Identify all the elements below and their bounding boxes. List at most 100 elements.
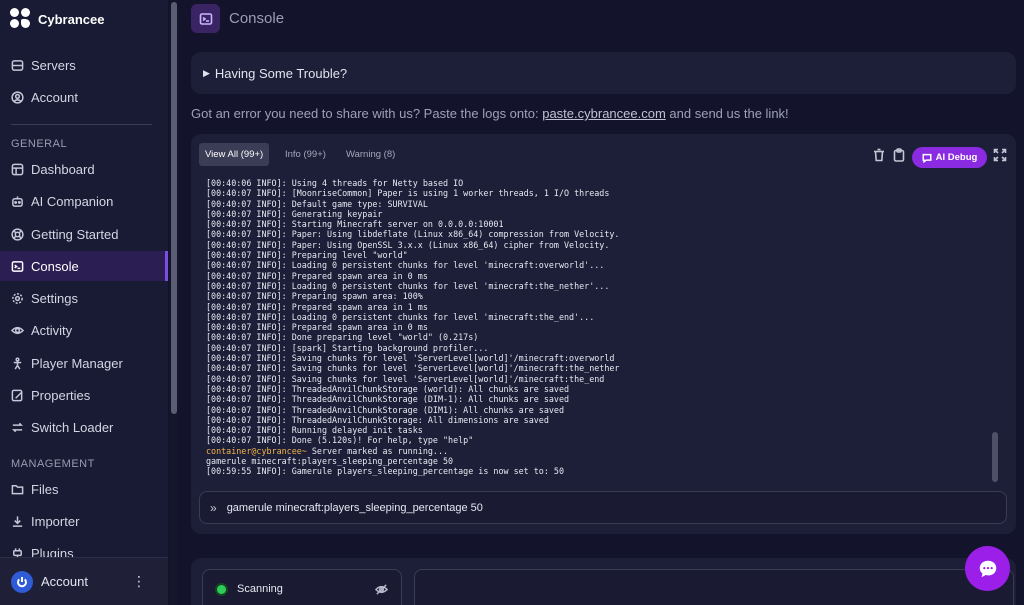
sidebar-item-label: AI Companion bbox=[31, 193, 114, 209]
command-bar: » bbox=[199, 491, 1007, 524]
log-line: [00:40:07 INFO]: Preparing spawn area: 1… bbox=[206, 291, 423, 302]
sidebar-item-importer[interactable]: Importer bbox=[0, 506, 168, 536]
trash-icon[interactable] bbox=[872, 148, 886, 162]
trouble-label: Having Some Trouble? bbox=[214, 65, 348, 81]
log-line: [00:40:07 INFO]: ThreadedAnvilChunkStora… bbox=[206, 414, 549, 425]
chat-bot-icon bbox=[922, 153, 932, 163]
sidebar-item-label: Getting Started bbox=[31, 226, 119, 242]
sidebar-item-label: Console bbox=[31, 258, 79, 274]
status-panel: Scanning bbox=[191, 558, 1016, 605]
eye-off-icon[interactable] bbox=[374, 583, 389, 601]
log-line: [00:40:07 INFO]: Prepared spawn area in … bbox=[206, 270, 428, 281]
sidebar-item-label: Servers bbox=[31, 57, 76, 73]
ai-debug-button[interactable]: AI Debug bbox=[912, 147, 987, 168]
sidebar-item-properties[interactable]: Properties bbox=[0, 380, 168, 410]
status-label: Scanning bbox=[237, 583, 283, 595]
kebab-menu-icon[interactable]: ⋮ bbox=[132, 574, 146, 588]
edit-file-icon bbox=[11, 389, 23, 401]
chat-support-button[interactable] bbox=[965, 546, 1010, 591]
sidebar-item-console[interactable]: Console bbox=[0, 251, 168, 281]
sidebar-item-getting-started[interactable]: Getting Started bbox=[0, 219, 168, 249]
log-line: [00:40:07 INFO]: Saving chunks for level… bbox=[206, 363, 620, 374]
account-label: Account bbox=[41, 574, 88, 589]
user-circle-icon bbox=[11, 90, 24, 104]
log-line: [00:59:55 INFO]: Gamerule players_sleepi… bbox=[206, 466, 564, 477]
sidebar-item-servers[interactable]: Servers bbox=[0, 50, 168, 80]
double-chevron-right-icon: » bbox=[210, 500, 217, 515]
log-lines: [00:40:06 INFO]: Using 4 threads for Net… bbox=[206, 178, 986, 446]
log-line: gamerule minecraft:players_sleeping_perc… bbox=[206, 456, 454, 467]
help-text-after: and send us the link! bbox=[665, 106, 789, 121]
sidebar-item-label: Activity bbox=[31, 322, 73, 338]
console-log: [00:40:06 INFO]: Using 4 threads for Net… bbox=[206, 178, 986, 478]
sidebar-scrollbar[interactable] bbox=[170, 0, 178, 605]
log-line: [00:40:07 INFO]: Loading 0 persistent ch… bbox=[206, 260, 605, 271]
sidebar-item-ai-companion[interactable]: AI Companion bbox=[0, 186, 168, 216]
log-line: [00:40:07 INFO]: Saving chunks for level… bbox=[206, 373, 605, 384]
tab-warning[interactable]: Warning (8) bbox=[340, 143, 401, 166]
log-line: [00:40:07 INFO]: ThreadedAnvilChunkStora… bbox=[206, 404, 564, 415]
download-icon bbox=[12, 515, 23, 527]
chat-bubble-icon bbox=[979, 560, 996, 577]
sidebar-item-switch-loader[interactable]: Switch Loader bbox=[0, 412, 168, 442]
log-line: [00:40:06 INFO]: Using 4 threads for Net… bbox=[206, 178, 464, 188]
log-line: container@cybrancee~ Server marked as ru… bbox=[206, 446, 986, 456]
sidebar-item-activity[interactable]: Activity bbox=[0, 315, 168, 345]
server-icon bbox=[11, 59, 24, 71]
scrollbar-thumb[interactable] bbox=[171, 2, 177, 414]
log-line: [00:40:07 INFO]: Loading 0 persistent ch… bbox=[206, 311, 595, 322]
sidebar-item-dashboard[interactable]: Dashboard bbox=[0, 154, 168, 184]
terminal-icon bbox=[11, 260, 24, 272]
sidebar-item-label: Player Manager bbox=[31, 355, 123, 371]
log-line: [00:40:07 INFO]: Done (5.120s)! For help… bbox=[206, 435, 474, 446]
console-scrollbar[interactable] bbox=[992, 432, 998, 482]
log-line: [00:40:07 INFO]: ThreadedAnvilChunkStora… bbox=[206, 394, 570, 405]
paste-link[interactable]: paste.cybrancee.com bbox=[542, 106, 666, 121]
tab-view-all[interactable]: View All (99+) bbox=[199, 143, 270, 166]
sidebar-account-footer[interactable]: Account ⋮ bbox=[0, 557, 168, 605]
sidebar-item-label: Settings bbox=[31, 290, 78, 306]
clipboard-icon[interactable] bbox=[892, 148, 906, 162]
sidebar-item-player-manager[interactable]: Player Manager bbox=[0, 348, 168, 378]
log-line: [00:40:07 INFO]: Preparing level "world" bbox=[206, 250, 408, 261]
sidebar-item-files[interactable]: Files bbox=[0, 474, 168, 504]
log-line: [00:40:07 INFO]: [spark] Starting backgr… bbox=[206, 342, 489, 353]
log-line: [00:40:07 INFO]: Prepared spawn area in … bbox=[206, 322, 428, 333]
log-line: [00:40:07 INFO]: Starting Minecraft serv… bbox=[206, 219, 504, 230]
dashboard-icon bbox=[11, 163, 24, 175]
person-icon bbox=[13, 357, 22, 369]
trouble-disclosure[interactable]: ▶ Having Some Trouble? bbox=[191, 52, 1016, 94]
sidebar-item-label: Importer bbox=[31, 513, 80, 529]
power-icon bbox=[17, 576, 27, 587]
log-line: [00:40:07 INFO]: Loading 0 persistent ch… bbox=[206, 280, 610, 291]
sidebar-item-settings[interactable]: Settings bbox=[0, 283, 168, 313]
brand-name: Cybrancee bbox=[38, 11, 105, 27]
sidebar-divider bbox=[11, 124, 152, 125]
cybrancee-logo-icon bbox=[10, 8, 32, 30]
lifebuoy-icon bbox=[11, 227, 24, 241]
sidebar-item-label: Switch Loader bbox=[31, 419, 114, 435]
folder-icon bbox=[11, 484, 24, 494]
brand[interactable]: Cybrancee bbox=[10, 8, 104, 30]
help-text: Got an error you need to share with us? … bbox=[191, 106, 789, 121]
log-line: [00:40:07 INFO]: Default game type: SURV… bbox=[206, 198, 428, 209]
avatar bbox=[11, 570, 33, 593]
gear-icon bbox=[12, 292, 23, 304]
command-input[interactable] bbox=[226, 501, 927, 514]
sidebar-item-account[interactable]: Account bbox=[0, 82, 168, 112]
ai-debug-label: AI Debug bbox=[935, 152, 978, 163]
log-line: [00:40:07 INFO]: [MoonriseCommon] Paper … bbox=[206, 188, 610, 199]
expand-icon[interactable] bbox=[993, 148, 1007, 162]
page-title: Console bbox=[229, 10, 285, 27]
log-line: [00:40:07 INFO]: Saving chunks for level… bbox=[206, 353, 615, 364]
log-line: [00:40:07 INFO]: Paper: Using OpenSSL 3.… bbox=[206, 239, 610, 250]
scan-status-card: Scanning bbox=[202, 569, 402, 605]
tab-info[interactable]: Info (99+) bbox=[279, 143, 332, 166]
sidebar: Cybrancee Servers Account GENERAL Dashbo… bbox=[0, 0, 168, 605]
section-label-general: GENERAL bbox=[11, 138, 68, 150]
prompt-text: Server marked as running... bbox=[306, 445, 449, 456]
log-line: [00:40:07 INFO]: Generating keypair bbox=[206, 208, 383, 219]
page-header: Console bbox=[191, 4, 284, 33]
log-line: [00:40:07 INFO]: Done preparing level "w… bbox=[206, 332, 479, 343]
eye-icon bbox=[11, 326, 24, 334]
